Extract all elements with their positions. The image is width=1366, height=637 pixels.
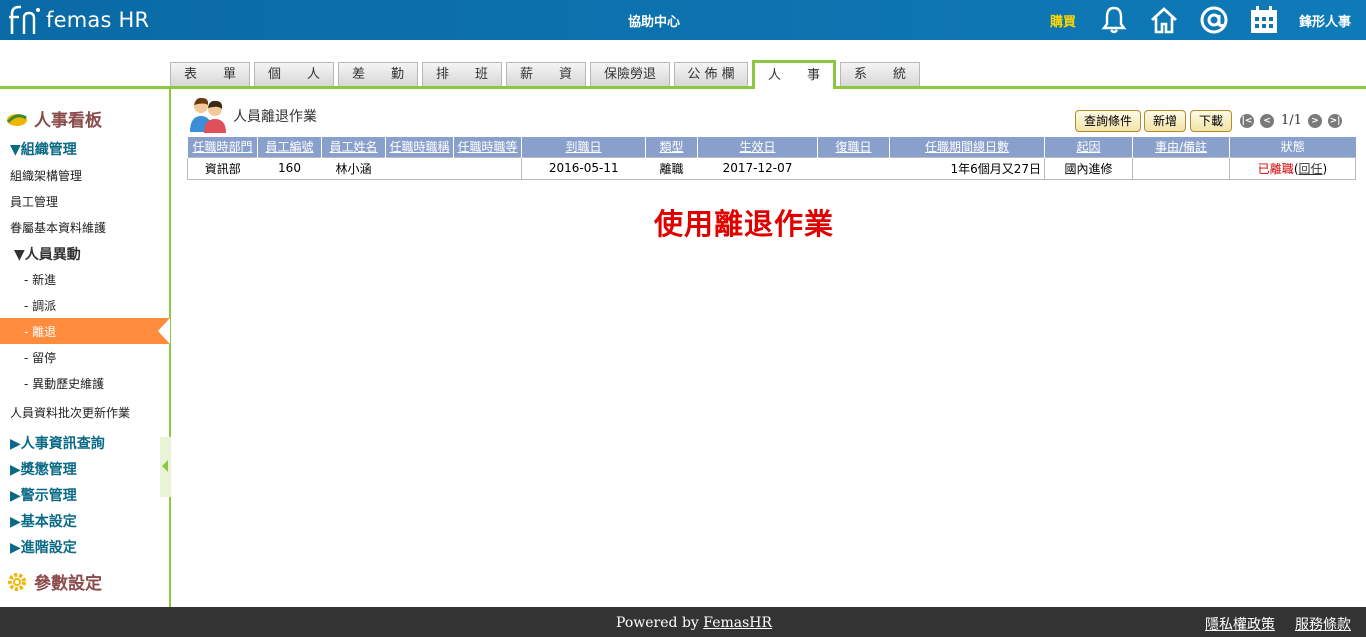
tab-bulletin[interactable]: 公 佈 欄 bbox=[674, 62, 748, 86]
terms-link[interactable]: 服務條款 bbox=[1295, 614, 1351, 634]
tab-payroll[interactable]: 薪 資 bbox=[506, 62, 586, 86]
col-rehire-date[interactable]: 復職日 bbox=[817, 137, 890, 157]
cell-title bbox=[385, 156, 454, 180]
sidebar-group-org[interactable]: ▼組織管理 bbox=[10, 139, 77, 159]
sidebar-heading-label: 人事看板 bbox=[34, 111, 102, 131]
col-cause[interactable]: 起因 bbox=[1044, 137, 1133, 157]
col-name[interactable]: 員工姓名 bbox=[321, 137, 386, 157]
femashr-link[interactable]: FemasHR bbox=[703, 615, 772, 631]
col-dept[interactable]: 任職時部門 bbox=[187, 137, 258, 157]
home-icon[interactable] bbox=[1149, 5, 1179, 35]
sidebar-item-movement-history[interactable]: - 異動歷史維護 bbox=[24, 375, 104, 392]
active-item-notch bbox=[158, 318, 170, 344]
resignation-table: 任職時部門 員工編號 員工姓名 任職時職稱 任職時職等 到職日 類型 生效日 復… bbox=[187, 137, 1356, 180]
tab-system[interactable]: 系 統 bbox=[840, 62, 920, 86]
table-row: 資訊部 160 林小涵 2016-05-11 離職 2017-12-07 1年6… bbox=[187, 156, 1356, 180]
buy-link[interactable]: 購買 bbox=[1050, 11, 1076, 30]
col-status: 狀態 bbox=[1229, 137, 1356, 157]
query-conditions-button[interactable]: 查詢條件 bbox=[1075, 110, 1142, 132]
cell-reason bbox=[1132, 156, 1230, 180]
sidebar-item-leave[interactable]: - 留停 bbox=[24, 349, 56, 366]
femas-logo[interactable]: femas HR bbox=[8, 4, 149, 36]
tab-insurance[interactable]: 保險勞退 bbox=[590, 62, 670, 86]
privacy-policy-link[interactable]: 隱私權政策 bbox=[1205, 614, 1275, 634]
cell-status: 已離職(回任) bbox=[1229, 156, 1356, 180]
col-type[interactable]: 類型 bbox=[645, 137, 698, 157]
col-reason[interactable]: 事由/備註 bbox=[1132, 137, 1230, 157]
col-title[interactable]: 任職時職稱 bbox=[385, 137, 454, 157]
sidebar-item-transfer[interactable]: - 調派 bbox=[24, 297, 56, 314]
cell-grade bbox=[453, 156, 522, 180]
last-page-button[interactable]: >| bbox=[1328, 114, 1342, 128]
company-name[interactable]: 鋒形人事 bbox=[1299, 11, 1351, 30]
col-effective-date[interactable]: 生效日 bbox=[697, 137, 818, 157]
sidebar-heading-hr-board[interactable]: 人事看板 bbox=[6, 106, 102, 131]
page-title: 人員離退作業 bbox=[233, 109, 317, 125]
instruction-banner: 使用離退作業 bbox=[654, 207, 835, 241]
cell-emp-no: 160 bbox=[257, 156, 322, 180]
col-hire-date[interactable]: 到職日 bbox=[521, 137, 646, 157]
cell-name: 林小涵 bbox=[321, 156, 386, 180]
first-page-button[interactable]: |< bbox=[1240, 114, 1254, 128]
prev-page-button[interactable]: < bbox=[1260, 114, 1274, 128]
leaf-icon bbox=[6, 113, 27, 126]
rehire-link[interactable]: 回任 bbox=[1299, 162, 1323, 176]
sidebar-group-basic-settings[interactable]: ▶基本設定 bbox=[10, 511, 77, 531]
sidebar-item-resignation-label: - 離退 bbox=[24, 325, 57, 339]
powered-by: Powered by FemasHR bbox=[616, 615, 772, 631]
add-button[interactable]: 新增 bbox=[1144, 110, 1187, 132]
sidebar-group-movement[interactable]: ▼人員異動 bbox=[14, 244, 81, 264]
cell-type: 離職 bbox=[645, 156, 698, 180]
logo-text: femas HR bbox=[46, 8, 150, 32]
sidebar-item-dependents[interactable]: 眷屬基本資料維護 bbox=[10, 219, 106, 236]
page-indicator: 1/1 bbox=[1281, 113, 1302, 128]
sidebar-params-label: 參數設定 bbox=[34, 574, 102, 594]
tab-scheduling[interactable]: 排 班 bbox=[422, 62, 502, 86]
sidebar-heading-params[interactable]: 參數設定 bbox=[6, 569, 102, 594]
tab-attendance[interactable]: 差 勤 bbox=[338, 62, 418, 86]
table-header-row: 任職時部門 員工編號 員工姓名 任職時職稱 任職時職等 到職日 類型 生效日 復… bbox=[187, 137, 1356, 157]
tab-hr[interactable]: 人 事 bbox=[752, 60, 836, 89]
tab-forms[interactable]: 表 單 bbox=[170, 62, 250, 86]
cell-rehire-date bbox=[817, 156, 890, 180]
download-button[interactable]: 下載 bbox=[1190, 110, 1233, 132]
col-total-days[interactable]: 任職期間總日數 bbox=[889, 137, 1045, 157]
femas-logo-icon bbox=[9, 5, 40, 34]
cell-dept: 資訊部 bbox=[187, 156, 258, 180]
powered-by-prefix: Powered by bbox=[616, 615, 704, 631]
help-center-link[interactable]: 協助中心 bbox=[628, 11, 680, 30]
sidebar-group-alerts[interactable]: ▶警示管理 bbox=[10, 485, 77, 505]
cell-hire-date: 2016-05-11 bbox=[521, 156, 646, 180]
calendar-icon[interactable] bbox=[1249, 5, 1279, 35]
sidebar-item-new-hire[interactable]: - 新進 bbox=[24, 271, 56, 288]
at-icon[interactable] bbox=[1199, 5, 1229, 35]
sidebar-group-rewards[interactable]: ▶獎懲管理 bbox=[10, 459, 77, 479]
sidebar-item-org-structure[interactable]: 組織架構管理 bbox=[10, 167, 82, 184]
col-grade[interactable]: 任職時職等 bbox=[453, 137, 522, 157]
sidebar-group-hr-query[interactable]: ▶人事資訊查詢 bbox=[10, 433, 105, 453]
gear-icon bbox=[8, 572, 26, 591]
people-icon bbox=[190, 97, 226, 133]
cell-cause: 國內進修 bbox=[1044, 156, 1133, 180]
col-emp-no[interactable]: 員工編號 bbox=[257, 137, 322, 157]
tab-bar-divider bbox=[0, 86, 1366, 89]
cell-effective-date: 2017-12-07 bbox=[697, 156, 818, 180]
bell-icon[interactable] bbox=[1099, 5, 1129, 35]
next-page-button[interactable]: > bbox=[1308, 114, 1322, 128]
cell-total-days: 1年6個月又27日 bbox=[889, 156, 1045, 180]
tab-personal[interactable]: 個 人 bbox=[254, 62, 334, 86]
collapse-arrow-icon bbox=[162, 460, 168, 472]
sidebar-item-employee[interactable]: 員工管理 bbox=[10, 193, 58, 210]
status-badge: 已離職 bbox=[1257, 161, 1294, 176]
sidebar-group-advanced-settings[interactable]: ▶進階設定 bbox=[10, 537, 77, 557]
sidebar-item-batch-update[interactable]: 人員資料批次更新作業 bbox=[10, 404, 130, 421]
